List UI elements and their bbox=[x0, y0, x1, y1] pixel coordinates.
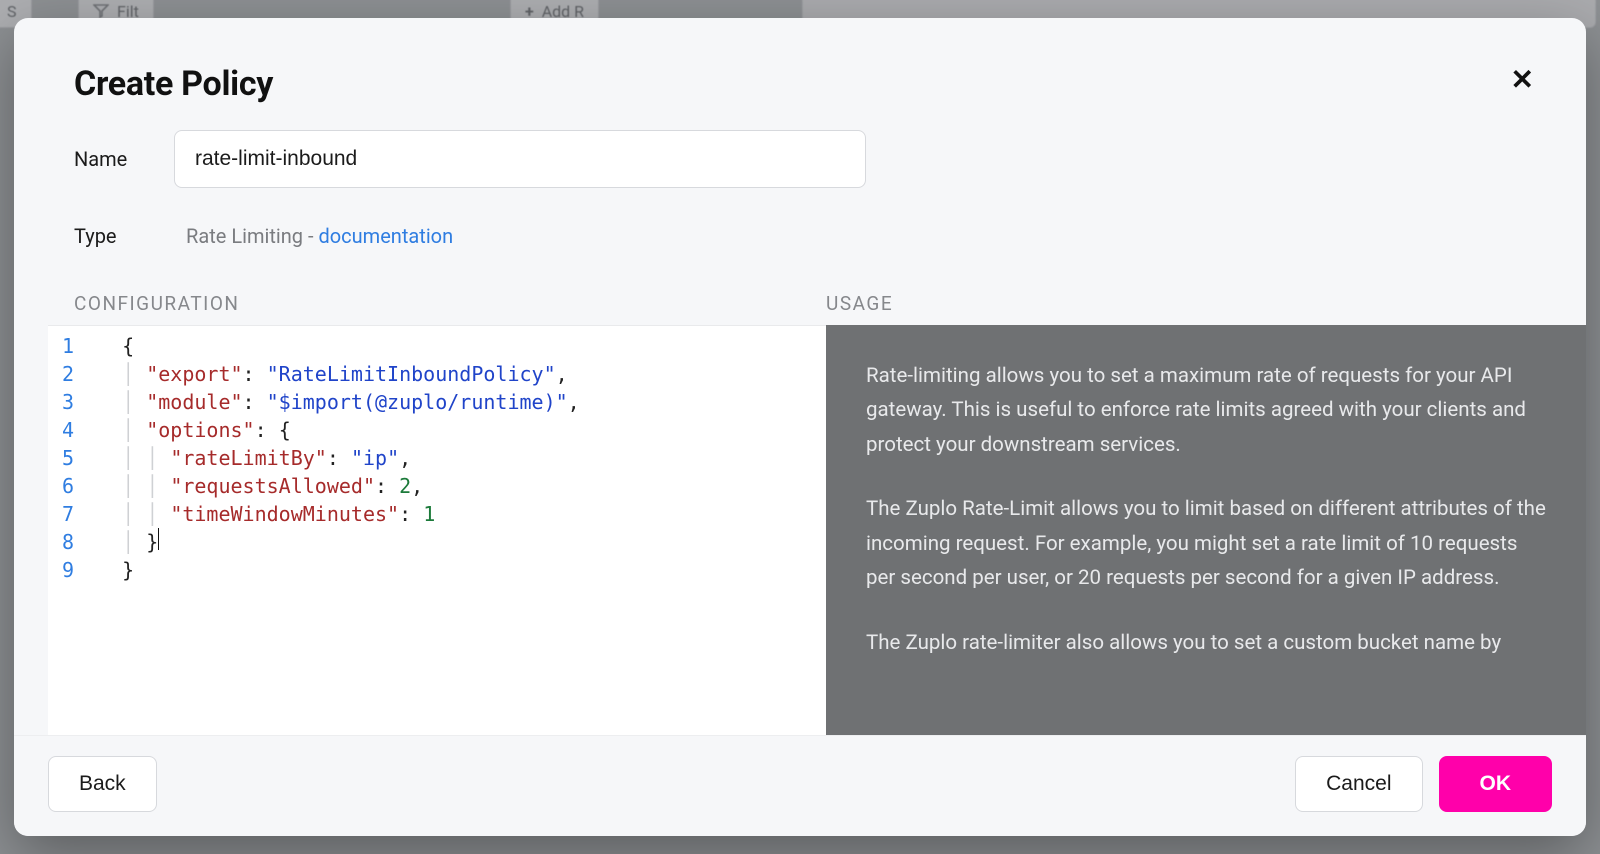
name-label: Name bbox=[74, 147, 132, 171]
configuration-heading: CONFIGURATION bbox=[74, 292, 826, 315]
usage-heading: USAGE bbox=[826, 292, 1526, 315]
type-label: Type bbox=[74, 224, 132, 248]
back-button[interactable]: Back bbox=[48, 756, 157, 812]
create-policy-modal: Create Policy ✕ Name Type Rate Limiting … bbox=[14, 18, 1586, 836]
type-documentation-link[interactable]: documentation bbox=[318, 224, 453, 248]
close-icon[interactable]: ✕ bbox=[1505, 64, 1540, 96]
cancel-button[interactable]: Cancel bbox=[1295, 756, 1422, 812]
configuration-editor[interactable]: 1 { 2 │ "export": "RateLimitInboundPolic… bbox=[48, 325, 826, 735]
name-input[interactable] bbox=[174, 130, 866, 188]
usage-paragraph: Rate-limiting allows you to set a maximu… bbox=[866, 359, 1546, 462]
type-value: Rate Limiting - bbox=[186, 224, 318, 248]
usage-paragraph: The Zuplo Rate-Limit allows you to limit… bbox=[866, 492, 1546, 595]
usage-panel: Rate-limiting allows you to set a maximu… bbox=[826, 325, 1586, 735]
usage-paragraph: The Zuplo rate-limiter also allows you t… bbox=[866, 626, 1546, 660]
editor-cursor bbox=[158, 528, 159, 550]
ok-button[interactable]: OK bbox=[1439, 756, 1553, 812]
modal-title: Create Policy bbox=[74, 64, 273, 104]
